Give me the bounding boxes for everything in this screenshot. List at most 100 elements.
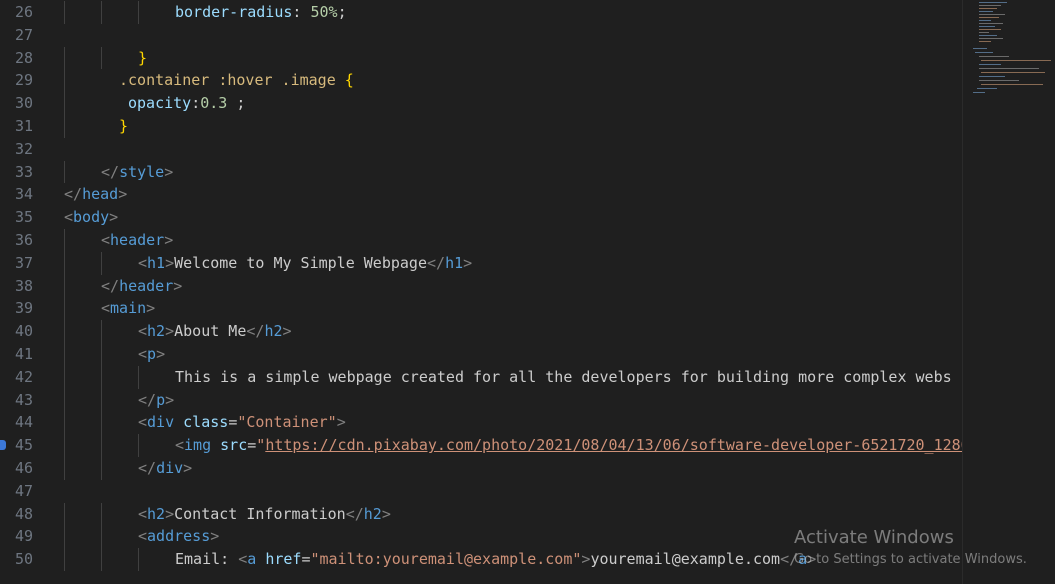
indent-guide bbox=[101, 388, 102, 412]
code-token: img bbox=[184, 436, 212, 455]
line-number: 32 bbox=[14, 139, 33, 158]
indent-guide bbox=[101, 525, 102, 549]
code-token: "Container" bbox=[237, 413, 337, 432]
code-line[interactable]: <h1>Welcome to My Simple Webpage</h1> bbox=[138, 252, 472, 275]
code-area[interactable]: border-radius: 50%;} .container :hover .i… bbox=[64, 0, 962, 584]
indent-guide bbox=[101, 1, 102, 24]
code-line[interactable]: This is a simple webpage created for all… bbox=[175, 366, 952, 389]
code-token: 0.3 bbox=[200, 94, 228, 113]
code-token: > bbox=[164, 162, 174, 181]
minimap-line bbox=[979, 32, 989, 33]
minimap-line bbox=[973, 92, 985, 93]
code-line[interactable]: <div class="Container"> bbox=[138, 411, 346, 434]
line-number: 46 bbox=[14, 459, 33, 477]
code-token: opacity bbox=[128, 94, 192, 113]
code-token: address bbox=[147, 527, 211, 546]
code-line[interactable]: Email: <a href="mailto:youremail@example… bbox=[175, 548, 816, 571]
code-token: " bbox=[256, 436, 266, 455]
code-line[interactable]: <header> bbox=[101, 229, 173, 252]
breakpoint-marker[interactable] bbox=[0, 440, 6, 450]
code-line[interactable]: <address> bbox=[138, 525, 219, 548]
line-number: 36 bbox=[14, 231, 33, 249]
code-line[interactable]: <main> bbox=[101, 297, 155, 320]
minimap-line bbox=[979, 14, 1005, 15]
code-line[interactable]: <body> bbox=[64, 206, 118, 229]
line-number: 47 bbox=[14, 481, 33, 500]
indent-guide bbox=[64, 46, 65, 70]
indent-guide bbox=[64, 365, 65, 389]
minimap-line bbox=[981, 72, 1045, 73]
code-line[interactable]: </header> bbox=[101, 275, 182, 298]
minimap-line bbox=[979, 17, 999, 18]
minimap-line bbox=[979, 23, 1003, 24]
code-line[interactable]: <h2>About Me</h2> bbox=[138, 320, 292, 343]
code-token: < bbox=[238, 550, 248, 569]
code-line[interactable]: </style> bbox=[101, 161, 173, 184]
code-line[interactable]: </div> bbox=[138, 457, 192, 480]
code-token: < bbox=[138, 345, 148, 363]
code-line[interactable]: </head> bbox=[64, 183, 127, 206]
code-token: Contact Information bbox=[174, 504, 346, 523]
code-line[interactable]: .container :hover .image { bbox=[119, 69, 354, 92]
indent-guide bbox=[64, 1, 65, 24]
code-token: h2 bbox=[147, 322, 166, 341]
code-line[interactable]: </p> bbox=[138, 389, 174, 412]
line-number: 29 bbox=[14, 71, 33, 90]
minimap[interactable] bbox=[962, 0, 1055, 584]
minimap-line bbox=[979, 68, 1039, 69]
code-token: youremail@example.com bbox=[590, 550, 781, 569]
code-token: > bbox=[164, 231, 174, 249]
code-token: < bbox=[138, 413, 148, 432]
minimap-line bbox=[981, 60, 1051, 61]
indent-guide bbox=[64, 297, 65, 321]
code-token: div bbox=[147, 413, 175, 432]
code-token: </ bbox=[101, 276, 120, 295]
code-line[interactable]: border-radius: 50%; bbox=[175, 1, 347, 24]
indent-guide bbox=[101, 365, 102, 389]
code-token: p bbox=[147, 345, 157, 363]
indent-guide bbox=[101, 320, 102, 343]
code-token: > bbox=[165, 322, 175, 341]
code-line[interactable]: opacity:0.3 ; bbox=[128, 92, 245, 115]
minimap-line bbox=[979, 5, 1001, 6]
code-token: style bbox=[119, 162, 165, 181]
line-number: 43 bbox=[14, 390, 33, 409]
indent-guide bbox=[64, 69, 65, 93]
minimap-line bbox=[979, 35, 997, 36]
line-number: 40 bbox=[14, 322, 33, 341]
indent-guide bbox=[138, 365, 139, 389]
indent-guide bbox=[138, 1, 139, 24]
code-token[interactable]: https://cdn.pixabay.com/photo/2021/08/04… bbox=[265, 436, 962, 454]
watermark-title: Activate Windows bbox=[794, 527, 954, 548]
minimap-line bbox=[975, 52, 993, 53]
code-token: < bbox=[175, 436, 185, 455]
code-token: header bbox=[119, 276, 174, 295]
code-line[interactable]: } bbox=[119, 115, 128, 138]
code-token: </ bbox=[138, 459, 157, 477]
code-token: About Me bbox=[174, 322, 247, 341]
indent-guide bbox=[101, 46, 102, 70]
indent-guide bbox=[101, 411, 102, 435]
line-number-gutter: 26 27 28 29 30 31 32 33 34 35 36 37 38 39 40 41 42 43 44 45… bbox=[0, 0, 50, 584]
watermark-subtitle: Go to Settings to activate Windows. bbox=[794, 552, 1027, 567]
code-token: p bbox=[156, 390, 166, 409]
code-token: This is a simple webpage created for all… bbox=[175, 367, 952, 386]
code-editor[interactable]: 26 27 28 29 30 31 32 33 34 35 36 37 38 39 40 41 42 43 44 45… bbox=[0, 0, 962, 584]
code-token: ; bbox=[227, 94, 246, 113]
code-token: ; bbox=[337, 3, 347, 21]
code-token: border-radius bbox=[175, 3, 293, 21]
code-token: > bbox=[156, 345, 166, 363]
code-token: < bbox=[138, 253, 148, 272]
minimap-line bbox=[979, 20, 991, 21]
minimap-line bbox=[977, 88, 997, 89]
code-token: </ bbox=[246, 322, 265, 341]
code-line[interactable]: <h2>Contact Information</h2> bbox=[138, 503, 391, 526]
code-line[interactable]: <p> bbox=[138, 343, 165, 366]
indent-guide bbox=[101, 251, 102, 275]
code-token: > bbox=[282, 322, 292, 341]
code-line[interactable]: } bbox=[138, 47, 147, 70]
code-line[interactable]: <img src="https://cdn.pixabay.com/photo/… bbox=[175, 434, 962, 457]
code-token: Welcome to My Simple Webpage bbox=[174, 253, 427, 272]
